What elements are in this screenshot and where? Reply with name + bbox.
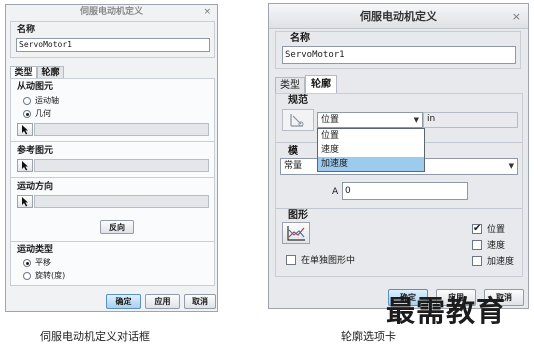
divider [11, 177, 214, 178]
radio-dot-selected [23, 259, 31, 267]
name-group: 名称 ServoMotor1 [275, 31, 521, 69]
reference-entity-title: 参考图元 [17, 146, 54, 156]
name-group: 名称 ServoMotor1 [10, 21, 215, 58]
spec-icon-button[interactable] [282, 109, 314, 131]
dialog-titlebar: 伺服电动机定义 × [6, 5, 217, 20]
motion-type-title: 运动类型 [17, 245, 54, 255]
spec-title: 规范 [288, 95, 308, 106]
close-icon[interactable]: × [203, 5, 211, 20]
name-label: 名称 [290, 33, 310, 44]
tab-type[interactable]: 类型 [275, 77, 305, 94]
tab-profile[interactable]: 轮廓 [305, 75, 337, 94]
position-checkbox[interactable]: ✔ 位置 [472, 222, 505, 235]
divider [276, 208, 522, 209]
graph-button[interactable] [282, 222, 310, 244]
watermark-logo: 最需教育 [386, 294, 507, 328]
graph-icon [287, 225, 305, 241]
reference-entity-collector[interactable] [34, 159, 209, 172]
radio-translation[interactable]: 平移 [23, 258, 51, 268]
cancel-button[interactable]: 取消 [184, 294, 216, 309]
close-icon[interactable]: × [512, 4, 521, 29]
motion-direction-title: 运动方向 [17, 182, 54, 192]
cursor-arrow-icon [21, 124, 28, 134]
radio-rotation[interactable]: 旋转(度) [23, 271, 65, 281]
radio-label: 平移 [35, 258, 51, 267]
name-label: 名称 [17, 25, 36, 35]
apply-button[interactable]: 应用 [145, 294, 180, 309]
checkbox-label: 速度 [487, 241, 506, 251]
reverse-button[interactable]: 反向 [100, 220, 134, 234]
radio-dot-selected [23, 110, 31, 118]
separate-graph-checkbox[interactable]: 在单独图形中 [286, 253, 355, 266]
dialog-title: 伺服电动机定义 [79, 7, 143, 17]
a-coefficient-input[interactable]: 0 [342, 182, 468, 200]
a-label: A [332, 187, 339, 197]
driven-entity-title: 从动图元 [17, 82, 54, 92]
name-input[interactable]: ServoMotor1 [16, 38, 210, 52]
caption-right: 轮廓选项卡 [341, 330, 396, 343]
check-icon: ✔ [472, 222, 482, 234]
checkbox-label: 在单独图形中 [301, 256, 356, 266]
direction-collector[interactable] [34, 195, 209, 208]
radio-dot [23, 272, 31, 280]
chevron-down-icon: ▼ [508, 162, 514, 170]
select-driven-entity-button[interactable] [17, 123, 33, 136]
radio-label: 旋转(度) [35, 271, 66, 280]
dropdown-item-velocity[interactable]: 速度 [318, 143, 424, 157]
spec-select[interactable]: 位置 ▼ [317, 112, 423, 128]
checkbox-label: 位置 [487, 225, 506, 235]
unit-label: in [427, 114, 436, 124]
dropdown-item-acceleration[interactable]: 加速度 [318, 157, 424, 171]
checkbox-box [472, 255, 482, 266]
checkbox-label: 加速度 [487, 257, 515, 267]
radio-label: 运动轴 [35, 96, 59, 105]
select-reference-entity-button[interactable] [17, 159, 33, 172]
mode-select-value: 常量 [284, 161, 303, 171]
caption-left: 伺服电动机定义对话框 [40, 330, 150, 343]
checkbox-box [472, 239, 482, 250]
cursor-arrow-icon [21, 196, 28, 206]
chevron-down-icon: ▼ [413, 116, 419, 124]
driven-entity-collector[interactable] [34, 123, 209, 136]
divider [11, 241, 214, 242]
dialog-title: 伺服电动机定义 [360, 10, 437, 23]
profile-tab-panel: 规范 位置 ▼ in 位置 速度 加速度 模 常量 ▼ A 0 图形 在单独图形… [275, 93, 523, 277]
radio-motion-axis[interactable]: 运动轴 [23, 96, 59, 106]
checkbox-box [286, 254, 296, 265]
select-direction-button[interactable] [17, 195, 33, 208]
unit-field: in [423, 112, 518, 128]
type-tab-panel: 从动图元 运动轴 几何 参考图元 运动方向 反向 运动类型 平移 旋转(度) [10, 78, 215, 286]
position-spec-icon [290, 114, 304, 127]
acceleration-checkbox[interactable]: 加速度 [472, 254, 514, 267]
divider [11, 141, 214, 142]
servo-motor-dialog-type: 伺服电动机定义 × 名称 ServoMotor1 类型 轮廓 从动图元 运动轴 … [5, 4, 218, 312]
name-input[interactable]: ServoMotor1 [282, 46, 516, 64]
servo-motor-dialog-profile: 伺服电动机定义 × 名称 ServoMotor1 类型 轮廓 规范 位置 ▼ i… [268, 3, 529, 309]
dropdown-item-position[interactable]: 位置 [318, 129, 424, 143]
velocity-checkbox[interactable]: 速度 [472, 238, 505, 251]
dialog-titlebar: 伺服电动机定义 × [269, 4, 528, 29]
radio-geometry[interactable]: 几何 [23, 109, 51, 119]
mode-title: 模 [288, 146, 298, 157]
radio-dot [23, 97, 31, 105]
cursor-arrow-icon [21, 160, 28, 170]
ok-button[interactable]: 确定 [106, 294, 141, 309]
graph-title: 图形 [288, 210, 308, 221]
spec-dropdown-list: 位置 速度 加速度 [317, 128, 425, 172]
spec-select-value: 位置 [321, 115, 340, 125]
radio-label: 几何 [35, 109, 51, 118]
